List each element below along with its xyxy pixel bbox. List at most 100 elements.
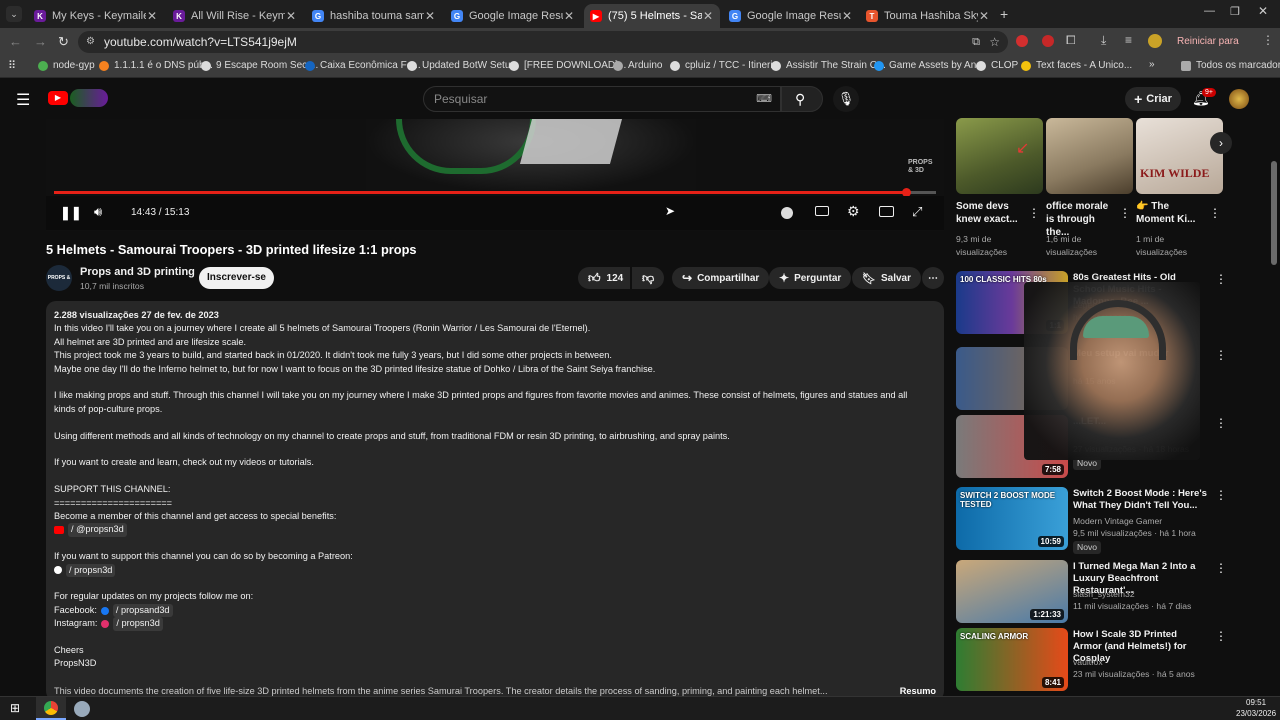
new-tab-icon[interactable]: + — [1000, 6, 1008, 22]
bookmark-item[interactable]: node-gyp — [38, 60, 95, 71]
menu-icon[interactable]: ⋮ — [1262, 33, 1274, 47]
sidebar-channel-name[interactable]: Modern Vintage Gamer — [1073, 516, 1162, 527]
channel-avatar[interactable]: PROPS & 3D — [46, 265, 72, 291]
search-button[interactable]: ⚲ — [781, 86, 823, 112]
video-progress-bar[interactable] — [54, 188, 936, 197]
create-button[interactable]: + Criar — [1125, 87, 1181, 111]
chrome-taskbar-icon[interactable] — [36, 697, 66, 720]
facebook-link[interactable]: / propsand3d — [112, 603, 173, 618]
voice-search-button[interactable]: 🎙 — [833, 86, 859, 112]
page-scrollbar[interactable] — [1271, 161, 1277, 265]
sidebar-menu-icon[interactable]: ⋮ — [1215, 272, 1227, 286]
bookmark-item[interactable]: Assistir The Strain O... — [771, 60, 886, 71]
short-thumb[interactable] — [1046, 118, 1133, 194]
reload-icon[interactable]: ↻ — [58, 34, 69, 50]
browser-tab[interactable]: G Google Image Result ✕ — [445, 4, 581, 28]
youtube-logo[interactable]: ▶ — [48, 91, 68, 105]
browser-tab[interactable]: ▶ (75) 5 Helmets - Sam✕ — [584, 4, 720, 28]
channel-name[interactable]: Props and 3D printing — [80, 266, 195, 278]
fullscreen-icon[interactable]: ⤢ — [912, 204, 922, 220]
tab-close-icon[interactable]: ✕ — [563, 9, 575, 23]
short-thumb[interactable]: KIM WILDE — [1136, 118, 1223, 194]
bookmark-item[interactable]: cpluiz / TCC - Itineri... — [670, 60, 781, 71]
short-menu-icon[interactable]: ⋮ — [1028, 206, 1040, 220]
app-taskbar-icon[interactable] — [74, 701, 90, 717]
short-menu-icon[interactable]: ⋮ — [1119, 206, 1131, 220]
sidebar-video-thumbnail[interactable]: SWITCH 2 BOOST MODE TESTED 10:59 — [956, 487, 1068, 550]
bookmark-star-icon[interactable]: ☆ — [989, 31, 1000, 53]
volume-icon[interactable]: 🔊︎ — [94, 204, 102, 220]
sidebar-channel-name[interactable]: slash_system32 — [1073, 589, 1135, 600]
forward-icon[interactable]: → — [34, 34, 47, 49]
bookmark-item[interactable]: 1.1.1.1 é o DNS púb... — [99, 60, 213, 71]
like-button[interactable]: 👍︎ 124 — [578, 267, 630, 289]
bookmark-item[interactable]: Game Assets by An... — [874, 60, 985, 71]
save-button[interactable]: 🔖︎ Salvar — [852, 267, 921, 289]
description-box[interactable]: 2.288 visualizações 27 de fev. de 2023 I… — [46, 301, 944, 701]
search-input[interactable]: Pesquisar ⌨ — [423, 86, 781, 112]
browser-tab[interactable]: K My Keys - Keymailer ✕ — [28, 4, 164, 28]
bookmark-item[interactable]: CLOP — [976, 60, 1018, 71]
sidebar-video-thumbnail[interactable]: 1:21:33 — [956, 560, 1068, 623]
ask-button[interactable]: ✦ Perguntar — [769, 267, 852, 289]
tab-close-icon[interactable]: ✕ — [424, 9, 436, 23]
tab-close-icon[interactable]: ✕ — [702, 9, 714, 23]
bookmark-item[interactable]: Arduino — [613, 60, 662, 71]
more-bookmarks-icon[interactable]: » — [1149, 59, 1155, 70]
member-link[interactable]: / @propsn3d — [54, 523, 936, 537]
short-menu-icon[interactable]: ⋮ — [1209, 206, 1221, 220]
browser-tab[interactable]: Ghashiba touma samurai tr✕ — [306, 4, 442, 28]
autoplay-toggle[interactable] — [781, 207, 793, 219]
bookmark-item[interactable]: 9 Escape Room Secr... — [201, 60, 318, 71]
pause-icon[interactable]: ❚❚ — [60, 205, 82, 221]
download-icon[interactable]: ⤓ — [1101, 33, 1106, 48]
extensions-puzzle-icon[interactable]: ⧠ — [1066, 33, 1076, 48]
subtitles-icon[interactable] — [815, 206, 829, 216]
account-avatar[interactable] — [1229, 89, 1249, 109]
browser-tab[interactable]: K All Will Rise - Keymailer✕ — [167, 4, 303, 28]
windows-start-icon[interactable]: ⊞ — [10, 701, 20, 715]
keyboard-icon[interactable]: ⌨ — [756, 87, 772, 111]
extension-icon[interactable] — [1042, 35, 1054, 47]
tab-close-icon[interactable]: ✕ — [841, 9, 853, 23]
all-bookmarks[interactable]: Todos os marcadores — [1181, 60, 1280, 71]
sidebar-video-thumbnail[interactable]: SCALING ARMOR 8:41 — [956, 628, 1068, 691]
media-control-icon[interactable]: ≡ — [1125, 33, 1132, 47]
tab-close-icon[interactable]: ✕ — [146, 9, 158, 23]
tab-close-icon[interactable]: ✕ — [285, 9, 297, 23]
back-icon[interactable]: ← — [9, 34, 22, 49]
minimize-icon[interactable]: — — [1204, 5, 1215, 17]
settings-gear-icon[interactable]: ⚙ — [847, 203, 860, 220]
profile-avatar[interactable] — [1148, 34, 1162, 48]
sidebar-menu-icon[interactable]: ⋮ — [1215, 488, 1227, 502]
bookmark-item[interactable]: [FREE DOWNLOAD]... — [509, 60, 626, 71]
sidebar-channel-name[interactable]: vaultfox — [1073, 657, 1103, 668]
share-button[interactable]: ↪ Compartilhar — [672, 267, 770, 289]
dislike-button[interactable]: 👎︎ — [632, 267, 664, 289]
apps-icon[interactable]: ⠿ — [8, 59, 16, 72]
sidebar-video-title[interactable]: Switch 2 Boost Mode : Here's What They D… — [1073, 488, 1208, 512]
short-title[interactable]: Some devs knew exact... — [956, 200, 1024, 226]
restore-icon[interactable]: ❐ — [1230, 5, 1240, 18]
instagram-link[interactable]: / propsn3d — [113, 617, 163, 631]
tab-search-icon[interactable]: ⌄ — [6, 6, 22, 22]
site-info-icon[interactable]: ⚙ — [86, 31, 95, 53]
sidebar-menu-icon[interactable]: ⋮ — [1215, 348, 1227, 362]
subscribe-button[interactable]: Inscrever-se — [199, 267, 274, 289]
tab-close-icon[interactable]: ✕ — [978, 9, 990, 23]
bookmark-item[interactable]: Caixa Econômica Fe... — [305, 60, 421, 71]
sidebar-menu-icon[interactable]: ⋮ — [1215, 629, 1227, 643]
bookmark-item[interactable]: Text faces - A Unico... — [1021, 60, 1132, 71]
short-title[interactable]: 👉 The Moment Ki... — [1136, 200, 1204, 226]
more-actions-button[interactable]: ⋯ — [922, 267, 944, 289]
extension-icon[interactable] — [1016, 35, 1028, 47]
close-window-icon[interactable]: ✕ — [1258, 4, 1268, 18]
shorts-next-button[interactable]: › — [1210, 132, 1232, 154]
doodle-logo[interactable] — [70, 89, 108, 107]
hamburger-menu-icon[interactable]: ☰ — [16, 90, 30, 110]
sidebar-menu-icon[interactable]: ⋮ — [1215, 561, 1227, 575]
browser-tab[interactable]: T Touma Hashiba Sky Armo✕ — [860, 4, 996, 28]
patreon-link[interactable]: / propsn3d — [54, 563, 936, 578]
address-bar[interactable]: ⚙ youtube.com/watch?v=LTS541j9ejM ⧉ ☆ — [78, 31, 1008, 53]
short-thumb[interactable]: ↙ — [956, 118, 1043, 194]
